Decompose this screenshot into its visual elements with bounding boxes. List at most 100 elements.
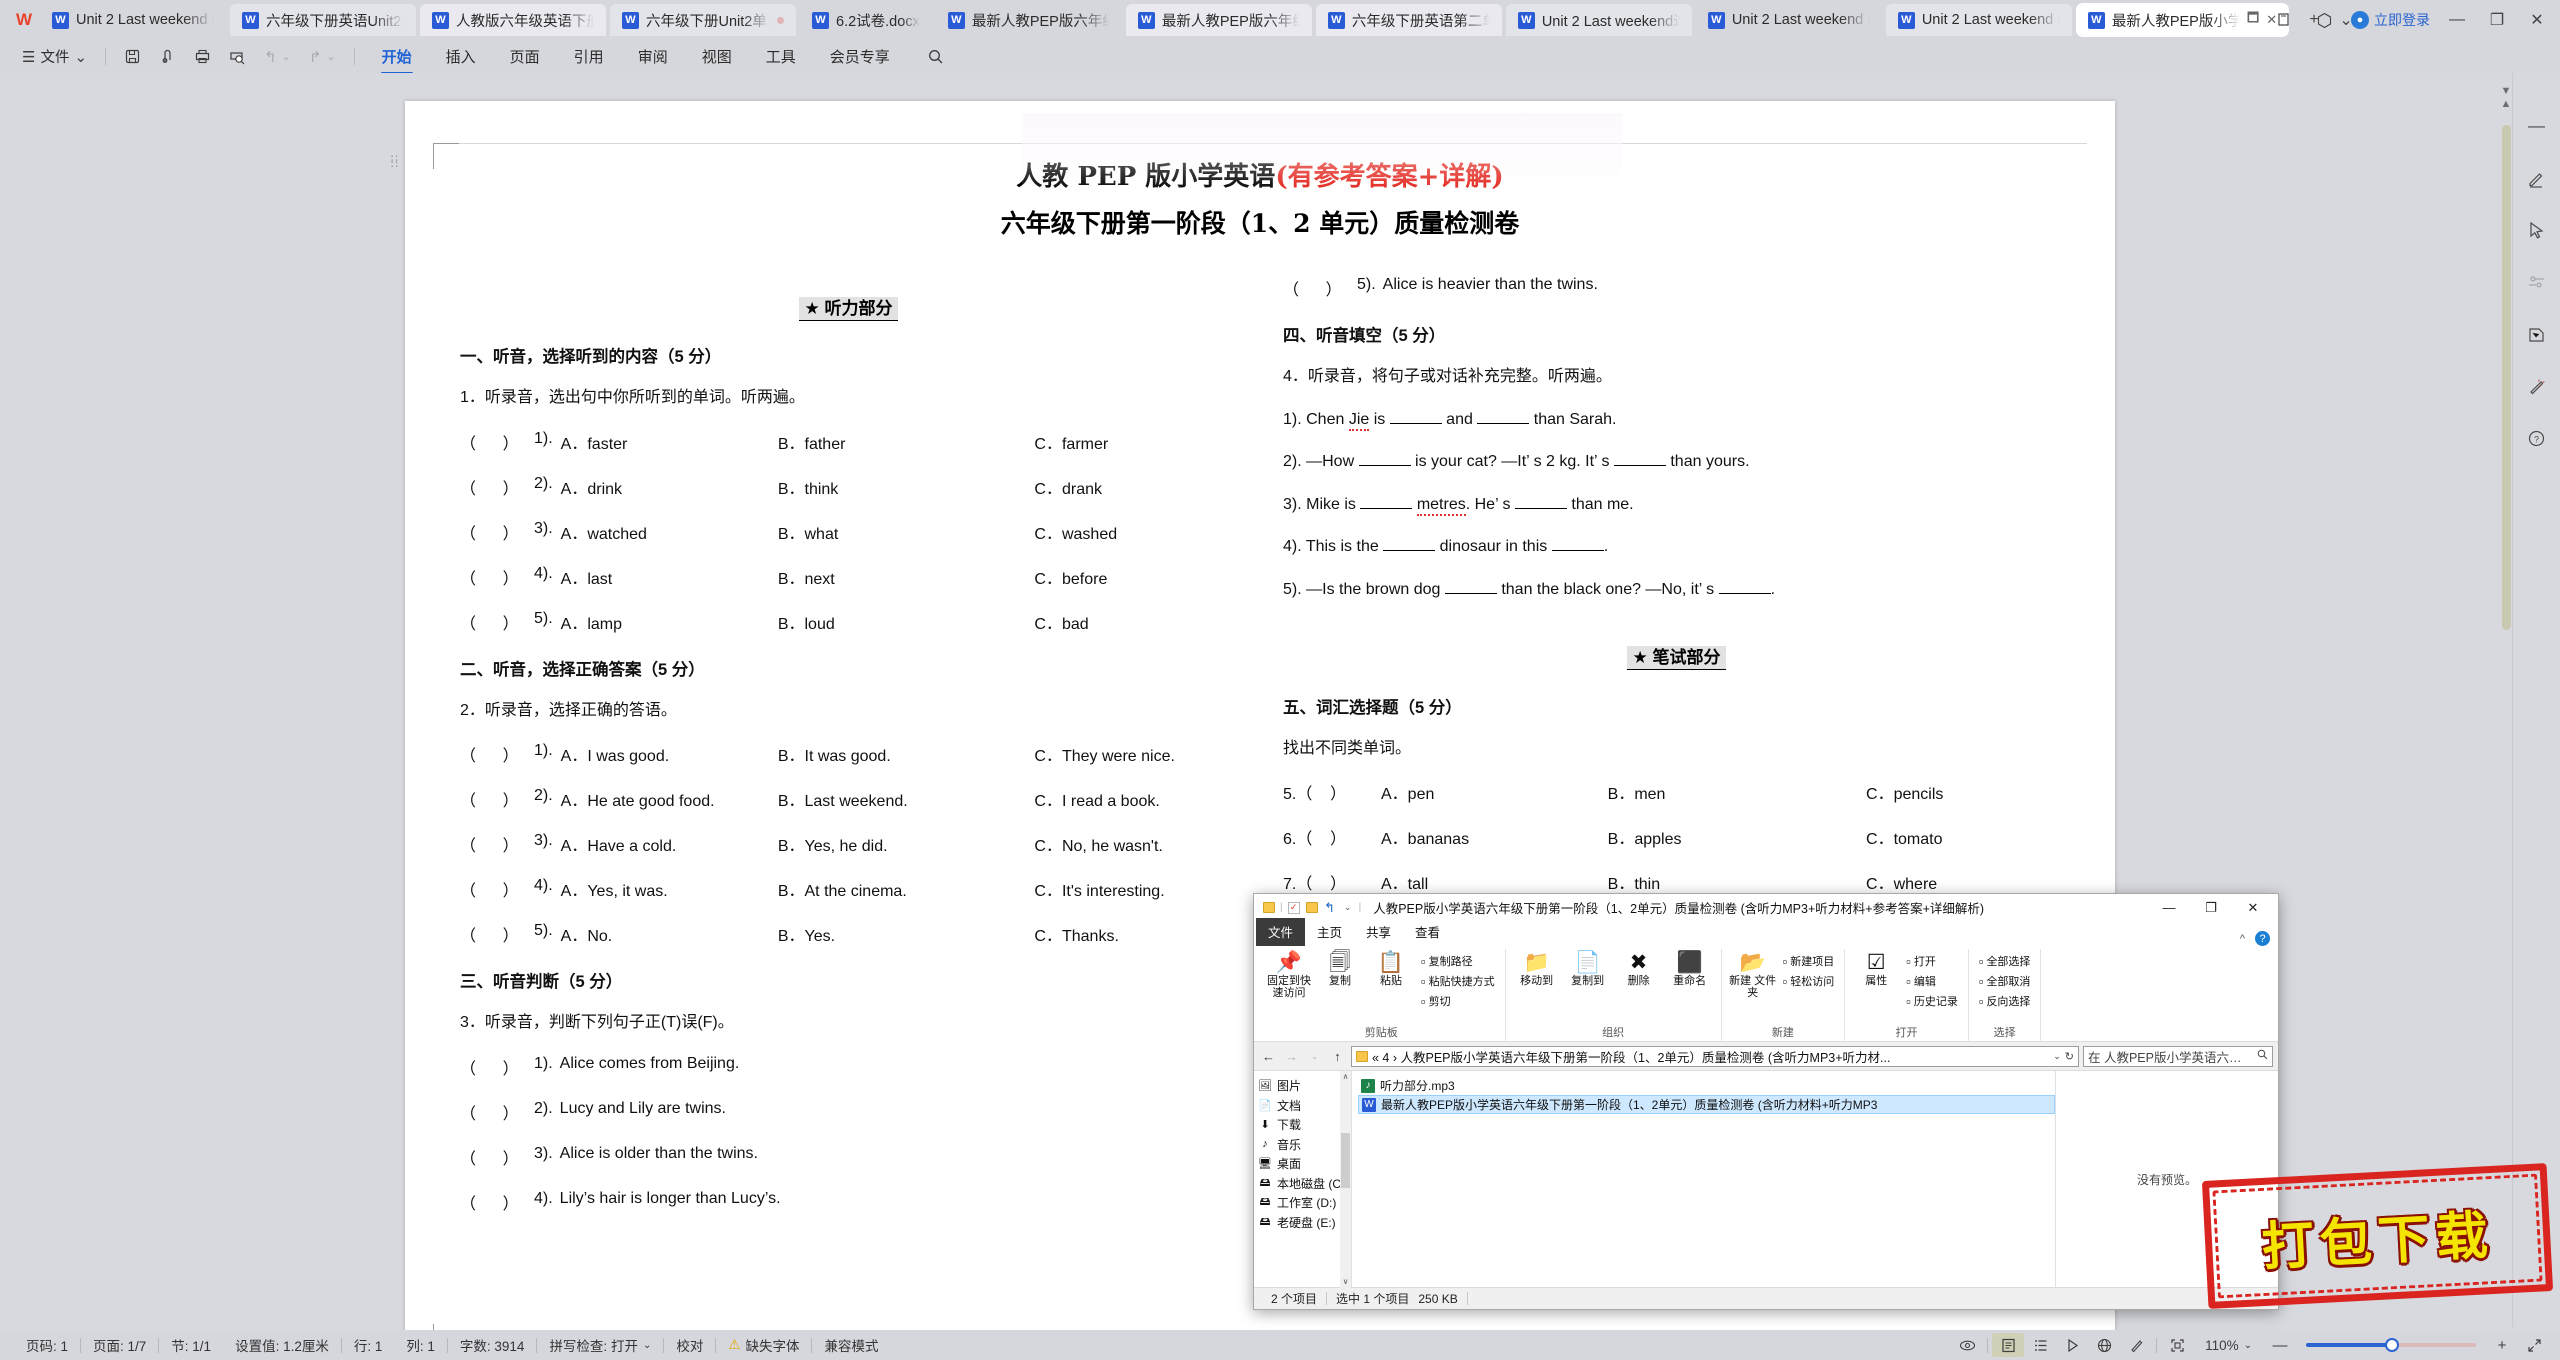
maximize-button[interactable]: ❐ [2478,3,2516,37]
zoom-value[interactable]: 110% ⌄ [2193,1338,2264,1353]
checklist-icon[interactable]: ✓ [1287,901,1301,915]
ribbon-command-button[interactable]: 📂 新建 文件夹 [1729,949,1777,999]
folder2-icon[interactable] [1305,901,1319,915]
explorer-tab-0[interactable]: 文件 [1256,918,1306,946]
folder-icon[interactable] [1262,901,1276,915]
answer-blank[interactable] [1477,422,1530,424]
vertical-scrollbar[interactable] [2502,125,2511,630]
ribbon-small-button[interactable]: ▫ 全部取消 [1976,971,2034,991]
tab-list-icon[interactable] [2265,3,2303,37]
answer-blank[interactable]: （ ） [460,922,534,946]
pen-icon[interactable] [2524,165,2550,191]
zoom-slider[interactable] [2306,1338,2476,1352]
nav-tree-item[interactable]: ⬇ 下载 [1258,1115,1351,1135]
answer-blank[interactable]: （ ） [460,610,534,634]
zoom-in-button[interactable]: + [2486,1333,2518,1357]
history-caret-icon[interactable]: ⌄ [1305,1046,1324,1066]
ribbon-tab-7[interactable]: 会员专享 [813,42,907,71]
ribbon-tab-3[interactable]: 引用 [557,42,621,71]
save-icon[interactable] [116,43,149,70]
spellcheck-toggle[interactable]: 拼写检查: 打开 ⌄ [537,1335,663,1355]
document-tab[interactable]: W 最新人教PEP版六年级下册U [936,4,1122,36]
web-view-icon[interactable] [2088,1333,2120,1357]
answer-blank[interactable]: （ ） [460,1145,534,1169]
document-tab[interactable]: W Unit 2 Last weekend达标 [1505,4,1692,36]
answer-blank[interactable] [1613,465,1666,467]
refresh-icon[interactable]: ↻ [2065,1050,2074,1063]
ribbon-command-button[interactable]: 📋 粘贴 [1367,949,1415,987]
explorer-tab-3[interactable]: 查看 [1403,918,1452,946]
address-caret-icon[interactable]: ⌄ [2053,1051,2061,1062]
collapse-ribbon-icon[interactable]: ^ [2240,933,2245,945]
ribbon-tab-6[interactable]: 工具 [749,42,813,71]
save-as-icon[interactable] [151,43,184,70]
ribbon-tab-4[interactable]: 审阅 [621,42,685,71]
answer-blank[interactable]: （ ） [460,877,534,901]
nav-pane-scrollbar[interactable]: ∧ ∨ [1340,1071,1351,1288]
close-button[interactable]: ✕ [2518,3,2556,37]
ribbon-small-button[interactable]: ▫ 全部选择 [1976,951,2034,971]
ribbon-small-button[interactable]: ▫ 编辑 [1903,971,1961,991]
answer-blank[interactable]: （ ） [460,475,534,499]
answer-blank[interactable]: （ ） [460,742,534,766]
explorer-close-button[interactable]: ✕ [2232,895,2274,921]
qat-caret-icon[interactable]: ⌄ [1341,901,1355,915]
shapes-icon[interactable] [2524,321,2550,347]
minimize-panel-icon[interactable]: — [2524,113,2550,139]
nav-tree-item[interactable]: 🖴 工作室 (D:) [1258,1193,1351,1213]
explorer-file-list[interactable]: ♪ 听力部分.mp3 W 最新人教PEP版小学英语六年级下册第一阶段（1、2单元）质量… [1352,1071,2056,1287]
document-tab[interactable]: W最新人教PEP版小学英🗖✕ [2075,3,2290,37]
answer-blank[interactable]: （ ） [460,520,534,544]
search-icon[interactable] [2257,1049,2268,1063]
ribbon-command-button[interactable]: ✖ 删除 [1615,949,1663,987]
ribbon-command-button[interactable]: 📌 固定到快 速访问 [1265,949,1313,999]
ribbon-tab-2[interactable]: 页面 [493,42,557,71]
ribbon-tab-1[interactable]: 插入 [429,42,493,71]
minimize-button[interactable]: — [2438,3,2476,37]
document-tab[interactable]: W 六年级下册Unit2单元测试 [610,4,796,36]
ribbon-tab-5[interactable]: 视图 [685,42,749,71]
ribbon-small-button[interactable]: ▫ 剪切 [1418,991,1498,1011]
ribbon-command-button[interactable]: ⬛ 重命名 [1666,949,1714,987]
answer-blank[interactable] [1358,465,1411,467]
answer-blank[interactable] [1444,592,1497,594]
ribbon-small-button[interactable]: ▫ 历史记录 [1903,991,1961,1011]
answer-blank[interactable] [1389,422,1442,424]
explorer-navigation-pane[interactable]: 🖼 图片 📄 文档 ⬇ 下载 ♪ 音乐 🖥 桌面 🖴 本地磁盘 (C:) 🖴 工作室 (D:) 🖴 老硬盘 (… [1254,1071,1352,1288]
help-icon[interactable]: ? [2524,425,2550,451]
ribbon-small-button[interactable]: ▫ 打开 [1903,951,1961,971]
fullscreen-frame-icon[interactable] [2161,1333,2193,1357]
forward-button[interactable]: → [1282,1046,1301,1066]
answer-blank[interactable]: （ ） [460,565,534,589]
page-view-icon[interactable] [1992,1333,2025,1357]
back-button[interactable]: ← [1259,1046,1278,1066]
answer-blank[interactable]: （ ） [460,832,534,856]
ribbon-small-button[interactable]: ▫ 复制路径 [1418,951,1498,971]
answer-blank[interactable]: （ ） [460,1055,534,1079]
nav-tree-item[interactable]: 📄 文档 [1258,1096,1351,1116]
nav-tree-item[interactable]: 🖴 本地磁盘 (C:) [1258,1174,1351,1194]
ribbon-command-button[interactable]: 📁 移动到 [1513,949,1561,987]
document-tab[interactable]: W Unit 2 Last weekend Part [1885,4,2072,36]
answer-blank[interactable] [1514,507,1567,509]
answer-blank[interactable]: （ ） [460,1190,534,1214]
answer-blank[interactable] [1360,507,1413,509]
explorer-minimize-button[interactable]: — [2148,895,2190,921]
ribbon-small-button[interactable]: ▫ 轻松访问 [1780,971,1838,991]
document-tab[interactable]: W Unit 2 Last weekend Part [40,4,226,36]
document-tab[interactable]: W 6.2试卷.docx [800,4,932,36]
print-icon[interactable] [186,43,219,70]
ribbon-command-button[interactable]: 🗐 复制 [1316,949,1364,987]
answer-blank[interactable] [1383,550,1436,552]
tab-restore-icon[interactable]: 🗖 [2247,9,2259,31]
answer-blank[interactable]: （ ） [460,1100,534,1124]
answer-blank[interactable]: （ ） [460,787,534,811]
undo-button[interactable]: ↰ ⌄ [256,43,299,70]
up-button[interactable]: ↑ [1328,1046,1347,1066]
ribbon-command-button[interactable]: 📄 复制到 [1564,949,1612,987]
sliders-icon[interactable] [2524,269,2550,295]
undo-icon[interactable]: ↰ [1323,900,1337,915]
answer-blank[interactable]: （ ） [460,430,534,454]
answer-blank[interactable] [1551,550,1604,552]
cloud-icon[interactable] [2305,3,2343,37]
